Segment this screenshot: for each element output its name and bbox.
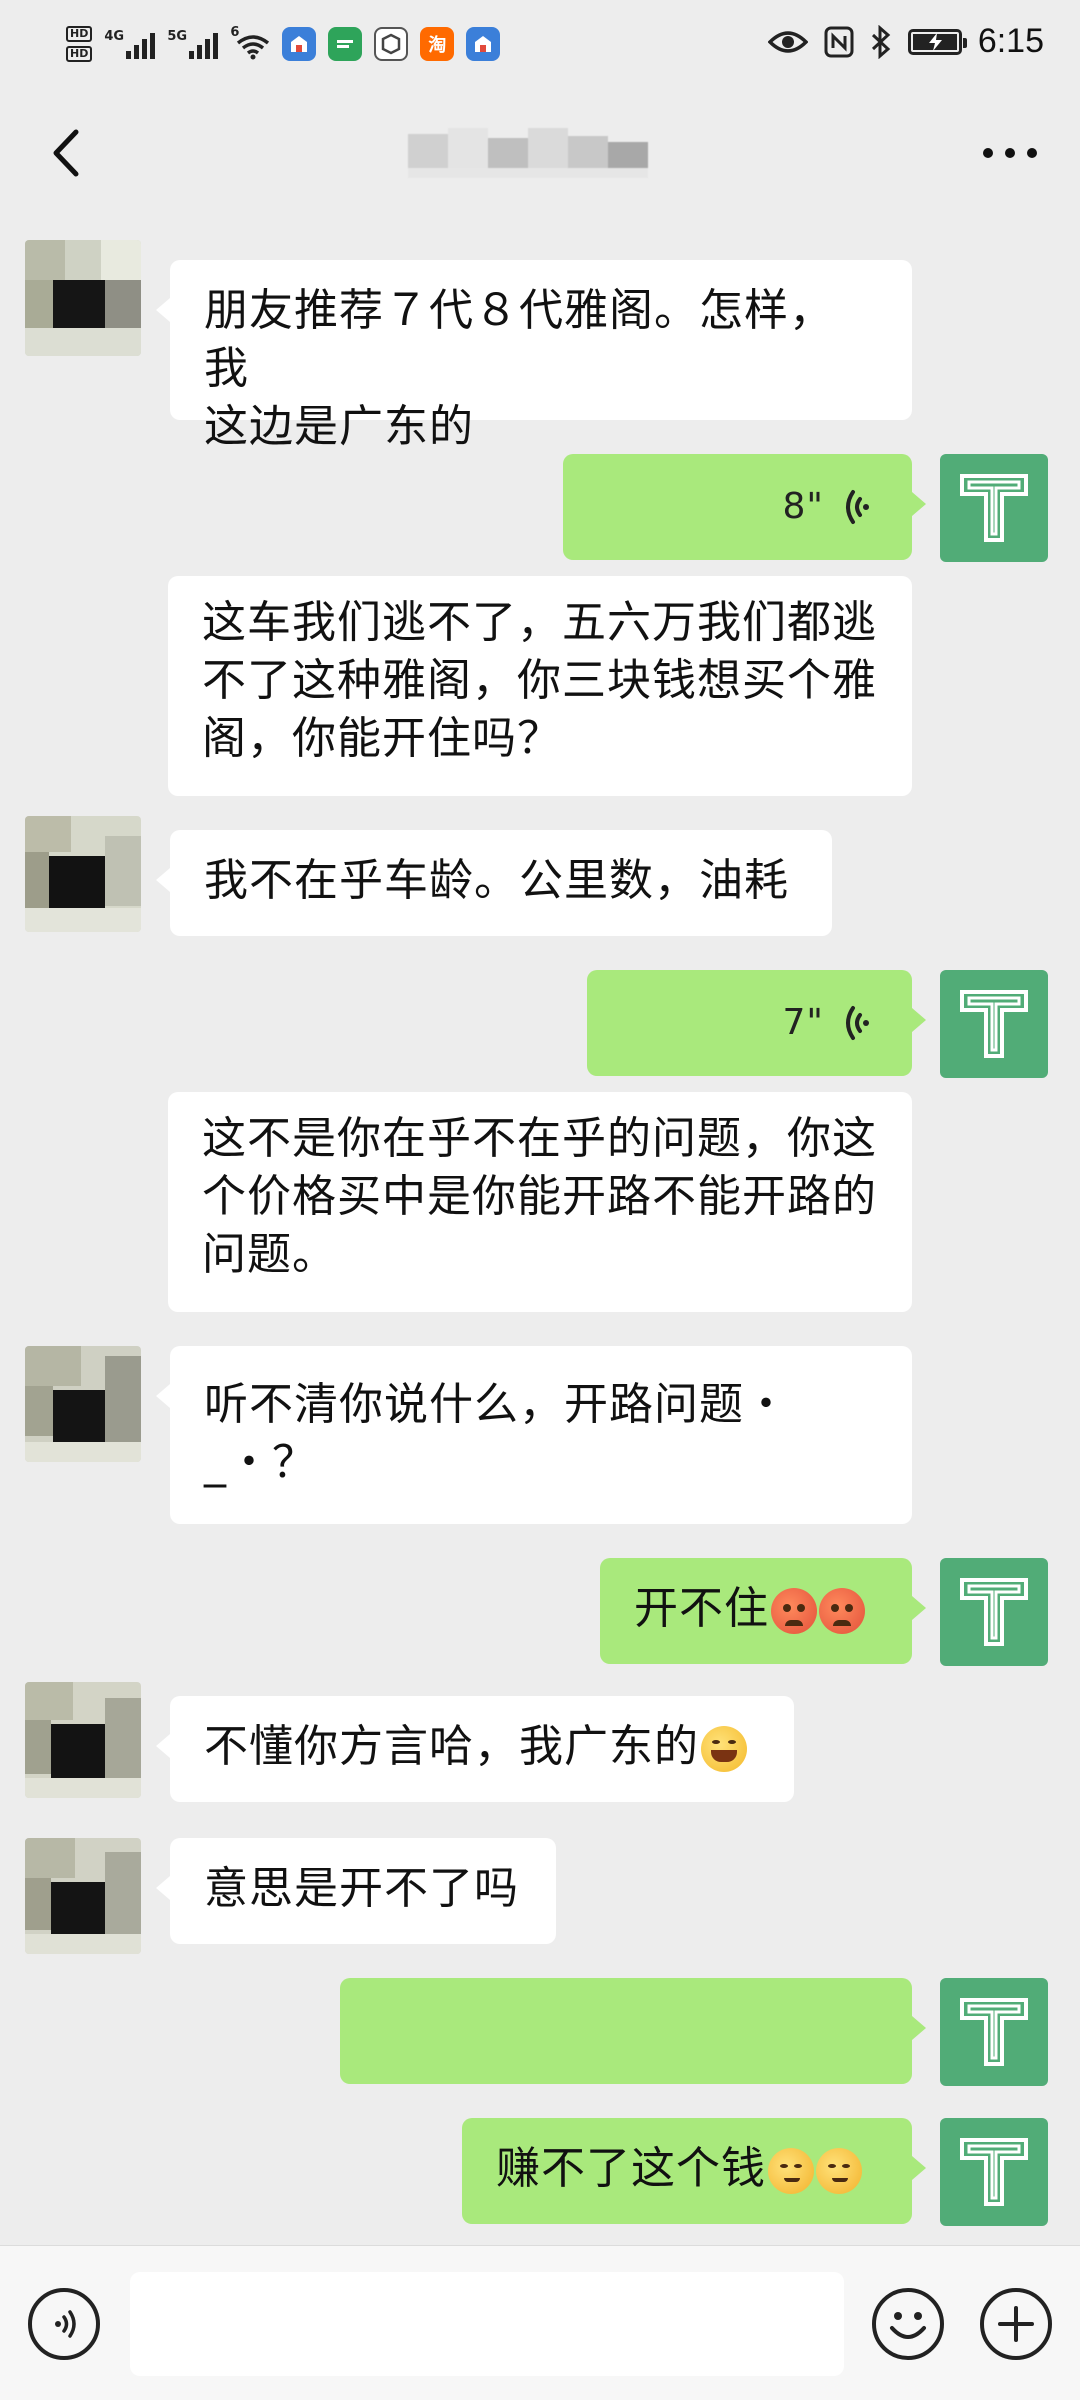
message-list[interactable]: 朋友推荐７代８代雅阁。怎样，我 这边是广东的 8" 这车我们逃不了，五六万我们都… [0,210,1080,2245]
contact-name-obscured [408,128,648,178]
smirking-face-emoji-icon [768,2148,814,2194]
my-avatar[interactable] [940,2118,1048,2226]
message-text-line: 这不是你在乎不在乎的问题，你这 [202,1113,877,1164]
message-text-line: 阁，你能开住吗？ [202,713,562,764]
message-text-line: 我不在乎车龄。公里数，油耗 [204,855,789,906]
wifi-icon: 6 [230,25,270,60]
message-text: 意思是开不了吗 [204,1863,519,1914]
voice-wave-icon [846,1006,869,1040]
message-text: 不懂你方言哈，我广东的 [204,1721,699,1772]
message-text: 开不住 [634,1583,769,1634]
avatar-t-logo-icon [960,1998,1028,2066]
message-text-line: 这边是广东的 [204,401,474,452]
avatar-t-logo-icon [960,990,1028,1058]
voice-duration: 8" [782,486,824,527]
contact-avatar[interactable] [25,240,141,356]
taobao-label: 淘 [428,35,447,56]
angry-face-emoji-icon [771,1588,817,1634]
message-bubble-incoming[interactable]: 我不在乎车龄。公里数，油耗 [156,830,832,936]
message-bubble-outgoing[interactable]: 开不住 [600,1558,926,1664]
voice-wave-icon [846,490,869,524]
my-avatar[interactable] [940,1978,1048,2086]
voice-message-bubble[interactable]: 7" [587,970,926,1076]
clock: 6:15 [977,22,1044,60]
message-bubble-outgoing-obscured[interactable] [340,1978,926,2084]
laughing-tears-emoji-icon [701,1726,747,1772]
message-text-line: _・？ [204,1437,317,1488]
message-bubble-incoming[interactable]: 朋友推荐７代８代雅阁。怎样，我 这边是广东的 [156,260,912,452]
my-avatar[interactable] [940,1558,1048,1666]
more-functions-button[interactable] [980,2288,1052,2360]
contact-avatar[interactable] [25,1838,141,1954]
message-text-line: 这车我们逃不了，五六万我们都逃 [202,597,877,648]
chat-screen: HD HD 4G 5G 6 淘 6:15 朋友推荐７代８代雅阁。怎样，我 这边是… [0,0,1080,2400]
emoji-button[interactable] [872,2288,944,2360]
chevron-left-icon [53,129,79,177]
message-bubble-incoming[interactable]: 这车我们逃不了，五六万我们都逃 不了这种雅阁，你三块钱想买个雅 阁，你能开住吗？ [168,576,912,796]
signal-4g-icon: 4G [104,29,156,59]
message-text-line: 不了这种雅阁，你三块钱想买个雅 [202,655,877,706]
message-input[interactable] [130,2272,844,2376]
contact-avatar[interactable] [25,816,141,932]
status-bar-right: 6:15 [767,22,1044,61]
app-icon-taobao: 淘 [420,27,455,61]
back-button[interactable] [30,118,100,188]
voice-duration: 7" [782,1002,824,1043]
smirking-face-emoji-icon [816,2148,862,2194]
my-avatar[interactable] [940,970,1048,1078]
nfc-icon [824,26,854,57]
plus-icon [998,2306,1034,2342]
voice-message-bubble[interactable]: 8" [563,454,926,560]
signal-5g-label: 5G [167,29,188,44]
message-bubble-outgoing[interactable]: 赚不了这个钱 [462,2118,926,2224]
message-text-line: 问题。 [202,1229,337,1280]
signal-4g-label: 4G [104,29,125,44]
signal-5g-icon: 5G [167,29,219,59]
message-bubble-incoming[interactable]: 听不清你说什么，开路问题・ _・？ [156,1346,912,1524]
message-bubble-incoming[interactable]: 意思是开不了吗 [156,1838,556,1944]
avatar-t-logo-icon [960,1578,1028,1646]
app-icon-3 [374,27,409,61]
eye-icon [767,30,808,53]
message-text-line: 听不清你说什么，开路问题・ [204,1379,789,1430]
angry-face-emoji-icon [819,1588,865,1634]
status-bar: HD HD 4G 5G 6 淘 6:15 [0,0,1080,100]
voice-input-icon [55,2310,76,2338]
battery-icon [907,28,967,55]
chat-header [0,100,1080,210]
voice-input-button[interactable] [28,2288,100,2360]
contact-avatar[interactable] [25,1346,141,1462]
my-avatar[interactable] [940,454,1048,562]
contact-avatar[interactable] [25,1682,141,1798]
avatar-t-logo-icon [960,2138,1028,2206]
app-icon-1 [282,27,317,61]
hd-label-2: HD [66,46,93,62]
hd-label-1: HD [66,26,93,42]
message-text-line: 个价格买中是你能开路不能开路的 [202,1171,877,1222]
status-bar-left: HD HD 4G 5G 6 淘 [66,25,501,62]
more-dots-icon [983,148,1037,158]
hd-indicator: HD HD [66,26,93,62]
app-icon-5 [466,27,501,61]
input-bar [0,2245,1080,2400]
message-text-line: 朋友推荐７代８代雅阁。怎样，我 [204,285,834,394]
message-text: 赚不了这个钱 [496,2143,766,2194]
message-bubble-incoming[interactable]: 这不是你在乎不在乎的问题，你这 个价格买中是你能开路不能开路的 问题。 [168,1092,912,1312]
avatar-t-logo-icon [960,474,1028,542]
smiley-icon [890,2312,926,2339]
message-bubble-incoming[interactable]: 不懂你方言哈，我广东的 [156,1696,794,1802]
app-icon-2 [328,27,363,61]
bluetooth-icon [871,24,891,59]
more-options-button[interactable] [970,120,1050,186]
